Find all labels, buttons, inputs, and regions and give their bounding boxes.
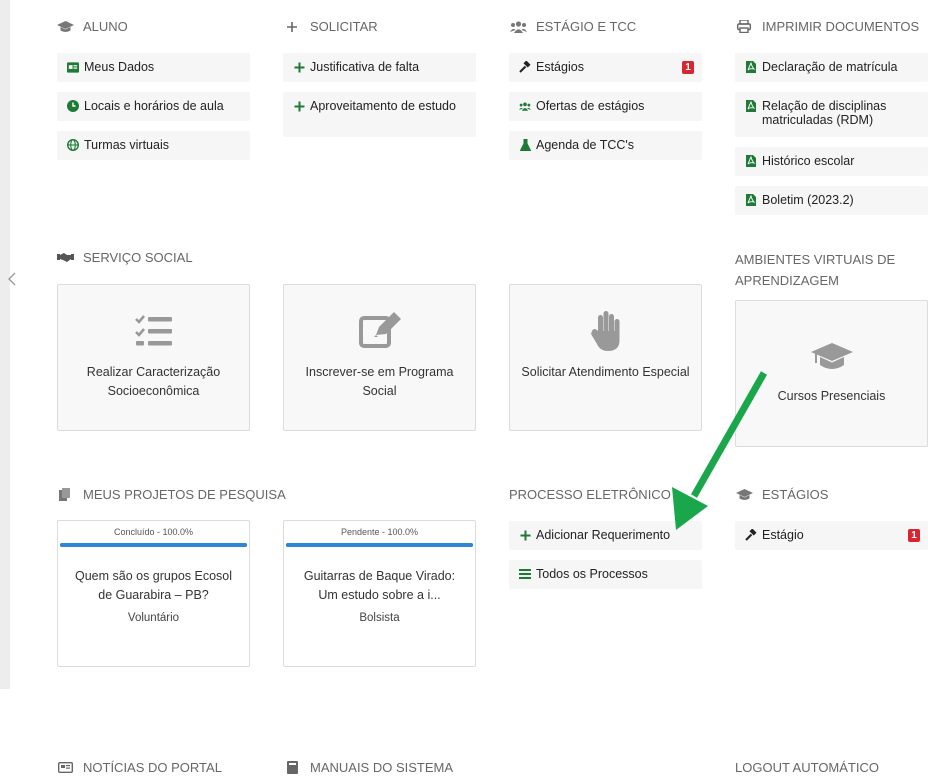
card-label: Solicitar Atendimento Especial	[521, 365, 690, 379]
processo-item-adicionar-requerimento[interactable]: Adicionar Requerimento	[509, 521, 702, 550]
globe-icon	[67, 139, 79, 151]
pdf-icon	[745, 100, 757, 112]
project-role: Voluntário	[127, 612, 180, 624]
section-title-aluno: ALUNO	[56, 19, 128, 34]
plus-icon	[283, 20, 301, 34]
project-progress-bar	[60, 543, 247, 547]
imprimir-item-rdm[interactable]: Relação de disciplinas matriculadas (RDM…	[735, 92, 928, 137]
processo-item-todos-processos[interactable]: Todos os Processos	[509, 560, 702, 589]
graduation-cap-icon	[56, 20, 74, 34]
section-title-estagio-tcc: ESTÁGIO E TCC	[509, 19, 636, 34]
plus-icon	[519, 529, 531, 541]
section-title-solicitar: SOLICITAR	[283, 19, 378, 34]
section-title-estagios: ESTÁGIOS	[735, 487, 828, 502]
users-icon	[519, 100, 531, 112]
section-title-noticias: NOTÍCIAS DO PORTAL	[56, 760, 222, 775]
card-cursos-presenciais[interactable]: Cursos Presenciais	[735, 300, 928, 447]
section-title-servico-social: SERVIÇO SOCIAL	[56, 250, 193, 265]
plus-icon	[293, 100, 305, 112]
card-label: Cursos Presenciais	[777, 389, 886, 403]
notification-badge: 1	[682, 61, 694, 74]
users-icon	[509, 20, 527, 34]
project-card-guitarras[interactable]: Pendente - 100.0% Guitarras de Baque Vir…	[283, 520, 476, 667]
section-title-ava: AMBIENTES VIRTUAIS DE APRENDIZAGEM	[735, 252, 896, 288]
files-icon	[56, 488, 74, 502]
section-title-pesquisa: MEUS PROJETOS DE PESQUISA	[56, 487, 286, 502]
edit-icon	[358, 309, 401, 353]
flask-icon	[519, 139, 531, 151]
project-status: Pendente - 100.0%	[340, 527, 419, 537]
section-title-manuais: MANUAIS DO SISTEMA	[283, 760, 453, 775]
graduation-cap-icon	[810, 335, 853, 379]
pdf-icon	[745, 155, 757, 167]
graduation-cap-icon	[735, 488, 753, 502]
clock-icon	[67, 100, 79, 112]
solicitar-item-justificativa[interactable]: Justificativa de falta	[283, 53, 476, 82]
estagio-tcc-item-estagios[interactable]: Estágios 1	[509, 53, 702, 82]
chevron-left-icon[interactable]	[8, 272, 18, 288]
section-title-logout: LOGOUT AUTOMÁTICO	[735, 760, 879, 775]
card-atendimento-especial[interactable]: Solicitar Atendimento Especial	[509, 284, 702, 431]
book-icon	[283, 761, 301, 775]
project-card-ecosol[interactable]: Concluído - 100.0% Quem são os grupos Ec…	[57, 520, 250, 667]
project-title: Quem são os grupos Ecosol de Guarabira –…	[74, 569, 233, 602]
imprimir-item-declaracao[interactable]: Declaração de matrícula	[735, 53, 928, 82]
project-role: Bolsista	[359, 612, 400, 624]
section-title-processo: PROCESSO ELETRÔNICO	[509, 487, 671, 502]
left-sidebar-strip	[0, 0, 10, 689]
pdf-icon	[745, 194, 757, 206]
project-progress-fill	[60, 543, 247, 547]
estagio-tcc-item-agenda-tcc[interactable]: Agenda de TCC's	[509, 131, 702, 160]
card-label: Inscrever-se em Programa Social	[305, 365, 454, 398]
print-icon	[735, 20, 753, 34]
hand-icon	[590, 309, 622, 353]
solicitar-item-aproveitamento[interactable]: Aproveitamento de estudo	[283, 92, 476, 137]
list-icon	[519, 568, 531, 580]
estagios-item-estagio[interactable]: Estágio 1	[735, 521, 928, 550]
checklist-icon	[134, 309, 173, 353]
pdf-icon	[745, 61, 757, 73]
aluno-item-turmas-virtuais[interactable]: Turmas virtuais	[57, 131, 250, 160]
imprimir-item-historico[interactable]: Histórico escolar	[735, 147, 928, 176]
project-title: Guitarras de Baque Virado: Um estudo sob…	[303, 569, 456, 602]
handshake-icon	[56, 251, 74, 265]
card-inscrever-programa-social[interactable]: Inscrever-se em Programa Social	[283, 284, 476, 431]
card-caracterizacao-socioeconomica[interactable]: Realizar Caracterização Socioeconômica	[57, 284, 250, 431]
project-status: Concluído - 100.0%	[113, 527, 194, 537]
project-progress-bar	[286, 543, 473, 547]
aluno-item-locais-horarios[interactable]: Locais e horários de aula	[57, 92, 250, 121]
id-card-icon	[67, 61, 79, 73]
card-label: Realizar Caracterização Socioeconômica	[86, 365, 221, 398]
newspaper-icon	[56, 761, 74, 775]
section-title-imprimir: IMPRIMIR DOCUMENTOS	[735, 19, 919, 34]
plus-icon	[293, 61, 305, 73]
estagio-tcc-item-ofertas[interactable]: Ofertas de estágios	[509, 92, 702, 121]
gavel-icon	[745, 529, 757, 541]
aluno-item-meus-dados[interactable]: Meus Dados	[57, 53, 250, 82]
gavel-icon	[519, 61, 531, 73]
notification-badge: 1	[908, 529, 920, 542]
project-progress-fill	[286, 543, 473, 547]
imprimir-item-boletim[interactable]: Boletim (2023.2)	[735, 186, 928, 215]
